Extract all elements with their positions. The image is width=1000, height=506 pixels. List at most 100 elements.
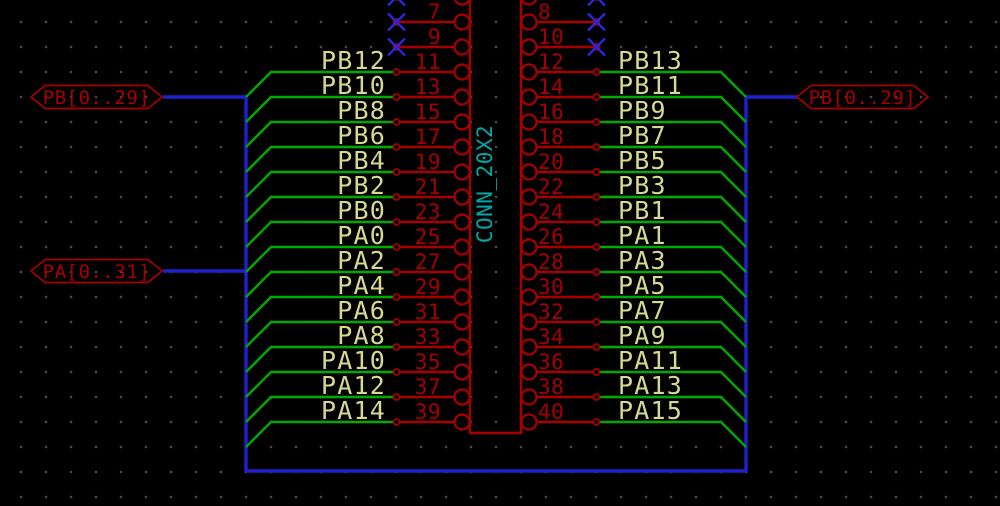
pin-circle bbox=[520, 288, 538, 306]
net-wire[interactable] bbox=[599, 420, 747, 448]
hierarchical-label-pa-left[interactable]: PA[0..31] bbox=[29, 258, 164, 284]
pin-number: 20 bbox=[538, 150, 564, 174]
pin-number: 15 bbox=[415, 100, 441, 124]
pin-circle bbox=[520, 238, 538, 256]
pin-circle bbox=[520, 163, 538, 181]
pin-number: 8 bbox=[538, 0, 551, 24]
pin-number: 25 bbox=[415, 225, 441, 249]
pin-number: 7 bbox=[428, 0, 441, 24]
pin-circle bbox=[453, 13, 471, 31]
pin-end-circle bbox=[592, 168, 601, 176]
pin-circle bbox=[453, 138, 471, 156]
pin-circle bbox=[453, 288, 471, 306]
pin-circle bbox=[453, 163, 471, 181]
pin-number: 21 bbox=[415, 175, 441, 199]
pin-end-circle bbox=[392, 418, 401, 426]
pin-number: 35 bbox=[415, 350, 441, 374]
pin-circle bbox=[453, 313, 471, 331]
pin-end-circle bbox=[392, 268, 401, 276]
hierarchical-label-pb-left[interactable]: PB[0..29] bbox=[29, 84, 164, 110]
pin-circle bbox=[453, 363, 471, 381]
pin-end-circle bbox=[592, 293, 601, 301]
component-value-text: CONN_20X2 bbox=[473, 125, 497, 243]
pin-circle bbox=[520, 88, 538, 106]
pin-end-circle bbox=[592, 318, 601, 326]
pin-end-circle bbox=[392, 68, 401, 76]
pin-number: 31 bbox=[415, 300, 441, 324]
pin-circle bbox=[453, 388, 471, 406]
pin-end-circle bbox=[392, 118, 401, 126]
pin-circle bbox=[520, 0, 538, 6]
pin-end-circle bbox=[392, 368, 401, 376]
pin-end-circle bbox=[392, 93, 401, 101]
pin-end-circle bbox=[592, 368, 601, 376]
pin-circle bbox=[520, 38, 538, 56]
pin-number: 30 bbox=[538, 275, 564, 299]
pin-number: 10 bbox=[538, 25, 564, 49]
net-wire[interactable] bbox=[245, 420, 394, 448]
pin-number: 36 bbox=[538, 350, 564, 374]
pin-circle bbox=[453, 263, 471, 281]
pin-circle bbox=[453, 38, 471, 56]
pin-end-circle bbox=[592, 218, 601, 226]
net-label[interactable]: PA15 bbox=[618, 396, 683, 425]
pin-circle bbox=[453, 113, 471, 131]
pin-number: 32 bbox=[538, 300, 564, 324]
pin-circle bbox=[520, 13, 538, 31]
pin-circle bbox=[520, 188, 538, 206]
pin-circle bbox=[520, 63, 538, 81]
pin-circle bbox=[453, 238, 471, 256]
pin-end-circle bbox=[592, 393, 601, 401]
hier-label-text: PA[0..31] bbox=[43, 261, 150, 283]
pin-end-circle bbox=[392, 143, 401, 151]
pin-number: 26 bbox=[538, 225, 564, 249]
connector-symbol[interactable]: 7 89 1011 1213 1415 1617 1819 2021 2223 2425 2627 2… bbox=[392, 0, 601, 435]
pin-end-circle bbox=[392, 318, 401, 326]
pin-number: 11 bbox=[415, 50, 441, 74]
pin-circle bbox=[520, 363, 538, 381]
pin-number: 16 bbox=[538, 100, 564, 124]
pin-end-circle bbox=[592, 143, 601, 151]
pin-circle bbox=[520, 388, 538, 406]
pin-number: 34 bbox=[538, 325, 564, 349]
pin-end-circle bbox=[592, 243, 601, 251]
pin-end-circle bbox=[392, 243, 401, 251]
pin-end-circle bbox=[392, 168, 401, 176]
pin-number: 39 bbox=[415, 400, 441, 424]
pin-number: 28 bbox=[538, 250, 564, 274]
pin-number: 19 bbox=[415, 150, 441, 174]
pin-end-circle bbox=[592, 193, 601, 201]
pin-end-circle bbox=[392, 293, 401, 301]
pin-number: 24 bbox=[538, 200, 564, 224]
pin-number: 40 bbox=[538, 400, 564, 424]
pin-circle bbox=[453, 213, 471, 231]
pin-circle bbox=[453, 0, 471, 6]
schematic-canvas: 7 8 9 10 11 12 13 14 15 16 17 18 19 20 21 22 23 24 25 26 27 2… bbox=[0, 0, 1000, 506]
pin-circle bbox=[520, 113, 538, 131]
pin-number: 14 bbox=[538, 75, 564, 99]
hierarchical-label-pb-right[interactable]: PB[0..29] bbox=[795, 84, 930, 110]
pin-end-circle bbox=[392, 218, 401, 226]
pin-end-circle bbox=[392, 193, 401, 201]
pin-circle bbox=[453, 63, 471, 81]
pin-circle bbox=[520, 263, 538, 281]
pin-number: 12 bbox=[538, 50, 564, 74]
pin-circle bbox=[520, 138, 538, 156]
pin-number: 38 bbox=[538, 375, 564, 399]
pin-number: 22 bbox=[538, 175, 564, 199]
pin-end-circle bbox=[592, 118, 601, 126]
pin-circle bbox=[520, 313, 538, 331]
pin-circle bbox=[520, 413, 538, 431]
net-labels: PB12 PB13PB10 PB11PB8 PB9PB6 PB7PB4 PB5PB2 PB3… bbox=[321, 46, 683, 425]
net-label[interactable]: PA14 bbox=[321, 396, 386, 425]
pin-end-circle bbox=[592, 93, 601, 101]
pin-number: 37 bbox=[415, 375, 441, 399]
pin-number: 29 bbox=[415, 275, 441, 299]
hier-label-text: PB[0..29] bbox=[809, 87, 916, 109]
pin-circle bbox=[453, 413, 471, 431]
pin-number: 17 bbox=[415, 125, 441, 149]
pin-circle bbox=[453, 88, 471, 106]
pin-circle bbox=[520, 213, 538, 231]
pin-end-circle bbox=[392, 343, 401, 351]
pin-number: 13 bbox=[415, 75, 441, 99]
